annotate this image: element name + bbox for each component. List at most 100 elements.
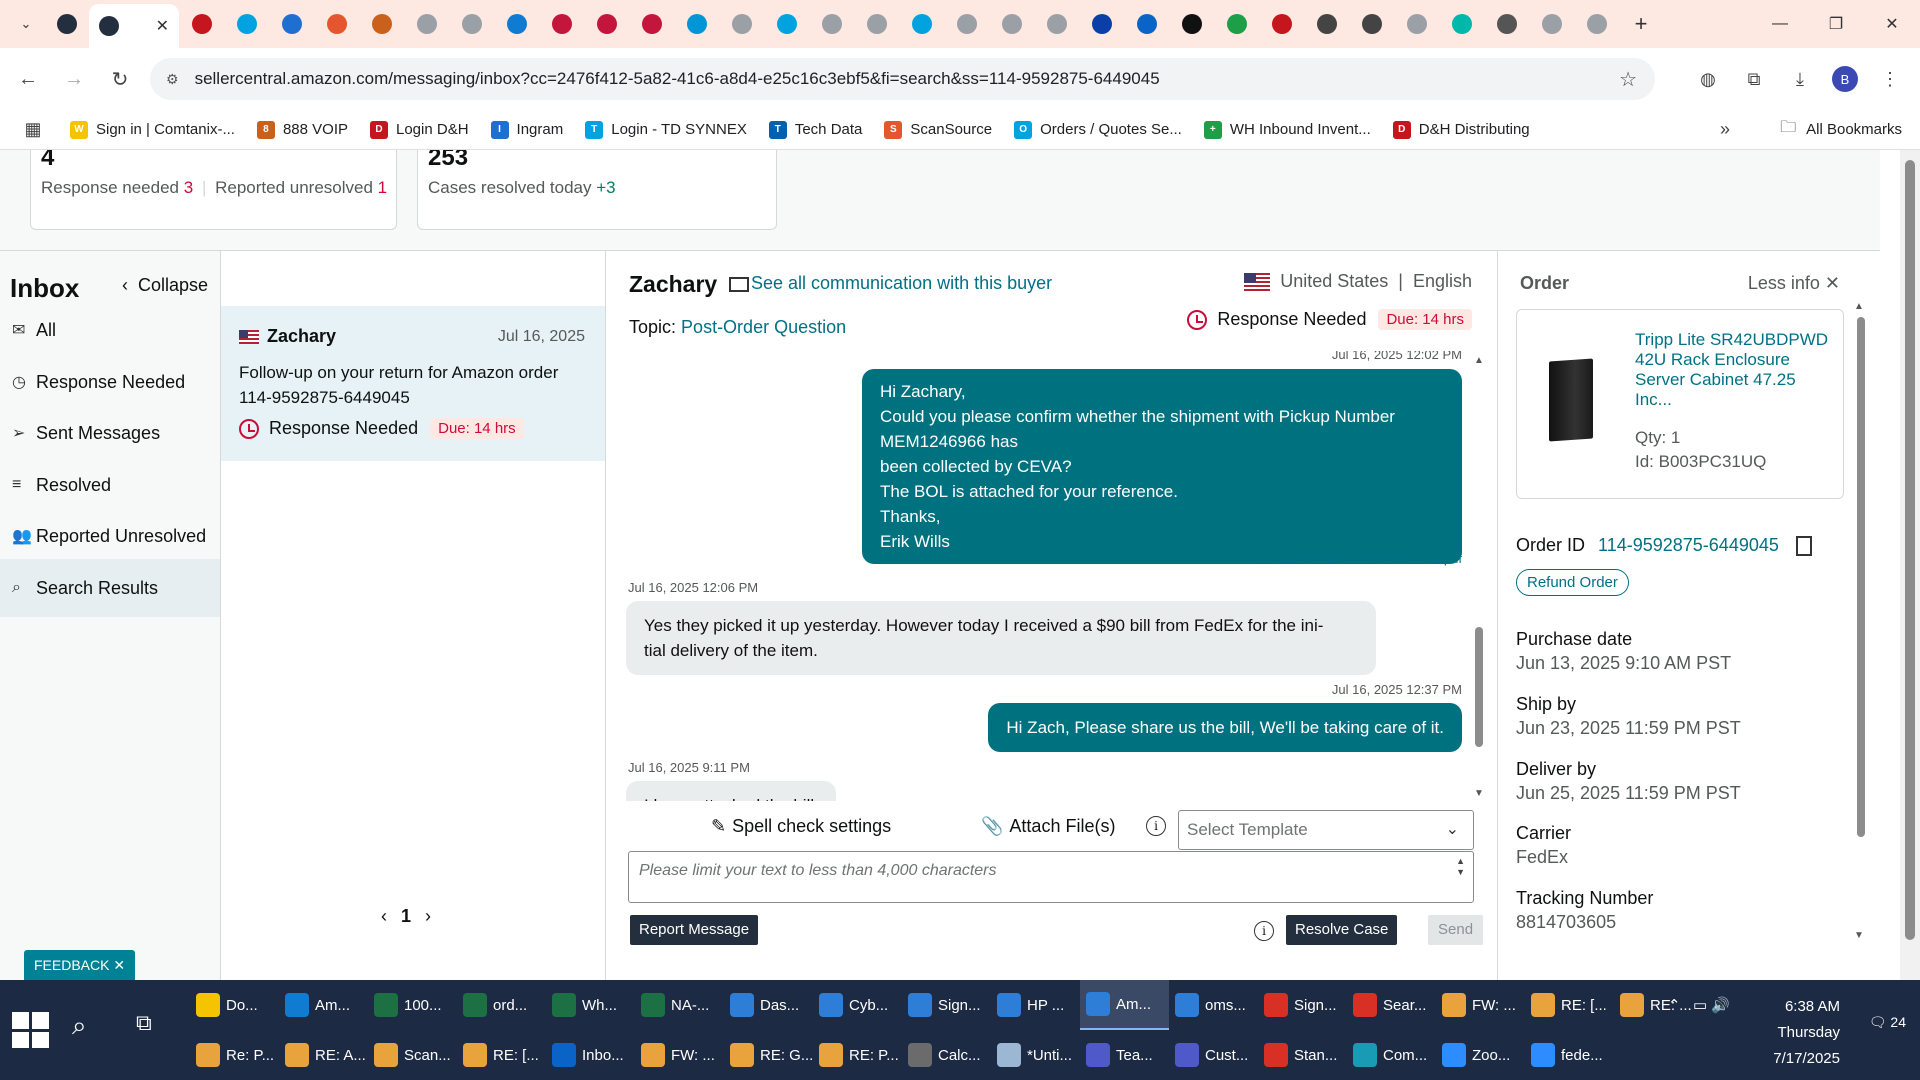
- browser-tab[interactable]: [314, 4, 359, 44]
- bookmark-item[interactable]: D D&H Distributing: [1392, 120, 1530, 139]
- order-panel-scrollbar[interactable]: ▲ ▼: [1854, 301, 1868, 941]
- more-bookmarks-icon[interactable]: »: [1720, 119, 1730, 140]
- scroll-down-icon[interactable]: ▼: [1854, 930, 1864, 941]
- browser-tab[interactable]: [1124, 4, 1169, 44]
- browser-tab[interactable]: [494, 4, 539, 44]
- browser-tab[interactable]: [1259, 4, 1304, 44]
- mail-icon[interactable]: [729, 277, 750, 292]
- taskbar-app[interactable]: RE: A...: [279, 1030, 368, 1080]
- taskbar-app[interactable]: oms...: [1169, 980, 1258, 1030]
- refund-order-button[interactable]: Refund Order: [1516, 569, 1629, 596]
- browser-tab[interactable]: [629, 4, 674, 44]
- taskbar-app[interactable]: FW: ...: [635, 1030, 724, 1080]
- browser-tab[interactable]: [764, 4, 809, 44]
- active-tab[interactable]: ✕: [89, 4, 179, 48]
- browser-tab[interactable]: [1529, 4, 1574, 44]
- browser-tab[interactable]: [584, 4, 629, 44]
- browser-tab[interactable]: [719, 4, 764, 44]
- bookmark-item[interactable]: S ScanSource: [884, 120, 992, 139]
- attachment-link[interactable]: 114-9592875-6449045 BOL.pdf: [1256, 551, 1462, 566]
- next-page-icon[interactable]: ›: [425, 906, 431, 927]
- taskbar-app[interactable]: Sear...: [1347, 980, 1436, 1030]
- address-bar[interactable]: ⚙ sellercentral.amazon.com/messaging/inb…: [150, 58, 1655, 100]
- site-info-icon[interactable]: ⚙: [166, 71, 179, 88]
- taskbar-app[interactable]: Calc...: [902, 1030, 991, 1080]
- page-scrollbar[interactable]: [1900, 150, 1920, 980]
- template-select[interactable]: Select Template ⌄: [1178, 810, 1474, 850]
- close-window-button[interactable]: ✕: [1864, 0, 1920, 48]
- prev-page-icon[interactable]: ‹: [381, 906, 387, 927]
- taskbar-app[interactable]: Scan...: [368, 1030, 457, 1080]
- conversation-item[interactable]: Zachary Jul 16, 2025 Follow-up on your r…: [221, 306, 605, 461]
- task-view-icon[interactable]: ⧉: [136, 1010, 152, 1036]
- nav-item-resolved[interactable]: ≡ Resolved: [0, 456, 220, 514]
- tab-search-chevron-icon[interactable]: ⌄: [8, 6, 44, 42]
- browser-tab[interactable]: [449, 4, 494, 44]
- taskbar-app[interactable]: Com...: [1347, 1030, 1436, 1080]
- nav-item-all[interactable]: ✉ All: [0, 301, 220, 359]
- browser-tab[interactable]: [1574, 4, 1619, 44]
- topic-value[interactable]: Post-Order Question: [681, 317, 846, 337]
- message-textarea[interactable]: Please limit your text to less than 4,00…: [628, 851, 1474, 903]
- taskbar-app[interactable]: RE: P...: [813, 1030, 902, 1080]
- taskbar-app[interactable]: Stan...: [1258, 1030, 1347, 1080]
- browser-tab[interactable]: [359, 4, 404, 44]
- taskbar-app[interactable]: Cyb...: [813, 980, 902, 1030]
- taskbar-app[interactable]: FW: ...: [1436, 980, 1525, 1030]
- taskbar-app[interactable]: Wh...: [546, 980, 635, 1030]
- browser-tab[interactable]: [1349, 4, 1394, 44]
- browser-tab[interactable]: [1394, 4, 1439, 44]
- browser-tab[interactable]: [404, 4, 449, 44]
- tray-icons[interactable]: ⌃ ▭ 🔊: [1668, 996, 1730, 1014]
- taskbar-app[interactable]: Das...: [724, 980, 813, 1030]
- browser-tab[interactable]: [539, 4, 584, 44]
- url-text[interactable]: sellercentral.amazon.com/messaging/inbox…: [195, 69, 1160, 89]
- copy-icon[interactable]: [1795, 536, 1812, 557]
- browser-tab[interactable]: [224, 4, 269, 44]
- reload-button[interactable]: ↻: [102, 61, 138, 97]
- browser-tab[interactable]: [674, 4, 719, 44]
- textarea-scroll-arrows[interactable]: ▲ ▼: [1456, 856, 1465, 878]
- browser-tab[interactable]: [44, 4, 89, 44]
- close-tab-icon[interactable]: ✕: [156, 16, 169, 36]
- reported-unresolved-label[interactable]: Reported unresolved: [215, 178, 373, 197]
- nav-item-search-results[interactable]: ⌕ Search Results: [0, 559, 220, 617]
- scroll-down-icon[interactable]: ▼: [1474, 788, 1484, 799]
- nav-item-reported-unresolved[interactable]: 👥 Reported Unresolved: [0, 507, 220, 565]
- search-icon[interactable]: ⌕: [72, 1010, 87, 1042]
- scrollbar-thumb[interactable]: [1475, 627, 1483, 747]
- bookmark-item[interactable]: I Ingram: [490, 120, 563, 139]
- info-icon[interactable]: i: [1254, 921, 1274, 941]
- browser-tab[interactable]: [1169, 4, 1214, 44]
- bookmark-item[interactable]: W Sign in | Comtanix-...: [70, 120, 235, 139]
- taskbar-app[interactable]: Inbo...: [546, 1030, 635, 1080]
- bookmark-item[interactable]: + WH Inbound Invent...: [1203, 120, 1371, 139]
- browser-tab[interactable]: [269, 4, 314, 44]
- bookmark-item[interactable]: 8 888 VOIP: [256, 120, 348, 139]
- translate-icon[interactable]: ◍: [1694, 65, 1722, 93]
- thread-scrollbar[interactable]: ▲ ▼: [1472, 351, 1486, 801]
- taskbar-app[interactable]: ord...: [457, 980, 546, 1030]
- nav-item-response-needed[interactable]: ◷ Response Needed: [0, 353, 220, 411]
- forward-button[interactable]: →: [56, 61, 92, 97]
- minimize-button[interactable]: —: [1752, 0, 1808, 48]
- send-button[interactable]: Send: [1428, 915, 1484, 945]
- notification-center-icon[interactable]: 🗨 24: [1869, 1014, 1906, 1031]
- template-info-icon[interactable]: i: [1146, 816, 1166, 836]
- scrollbar-thumb[interactable]: [1857, 317, 1865, 837]
- product-title-link[interactable]: Tripp Lite SR42UBDPWD 42U Rack Enclosure…: [1635, 330, 1831, 410]
- order-id-link[interactable]: 114-9592875-6449045: [1598, 535, 1779, 555]
- taskbar-app[interactable]: *Unti...: [991, 1030, 1080, 1080]
- response-needed-count[interactable]: 3: [184, 178, 193, 197]
- response-needed-label[interactable]: Response needed: [41, 178, 179, 197]
- clock[interactable]: 6:38 AM Thursday 7/17/2025: [1773, 994, 1840, 1072]
- windows-start-icon[interactable]: [10, 1010, 50, 1050]
- taskbar-app[interactable]: RE: [...: [1525, 980, 1614, 1030]
- taskbar-app[interactable]: Re: P...: [190, 1030, 279, 1080]
- taskbar-app[interactable]: Tea...: [1080, 1030, 1169, 1080]
- browser-tab[interactable]: [1439, 4, 1484, 44]
- taskbar-app[interactable]: Am...: [1080, 980, 1169, 1030]
- browser-tab[interactable]: [989, 4, 1034, 44]
- bookmark-item[interactable]: T Tech Data: [768, 120, 862, 139]
- browser-tab[interactable]: [809, 4, 854, 44]
